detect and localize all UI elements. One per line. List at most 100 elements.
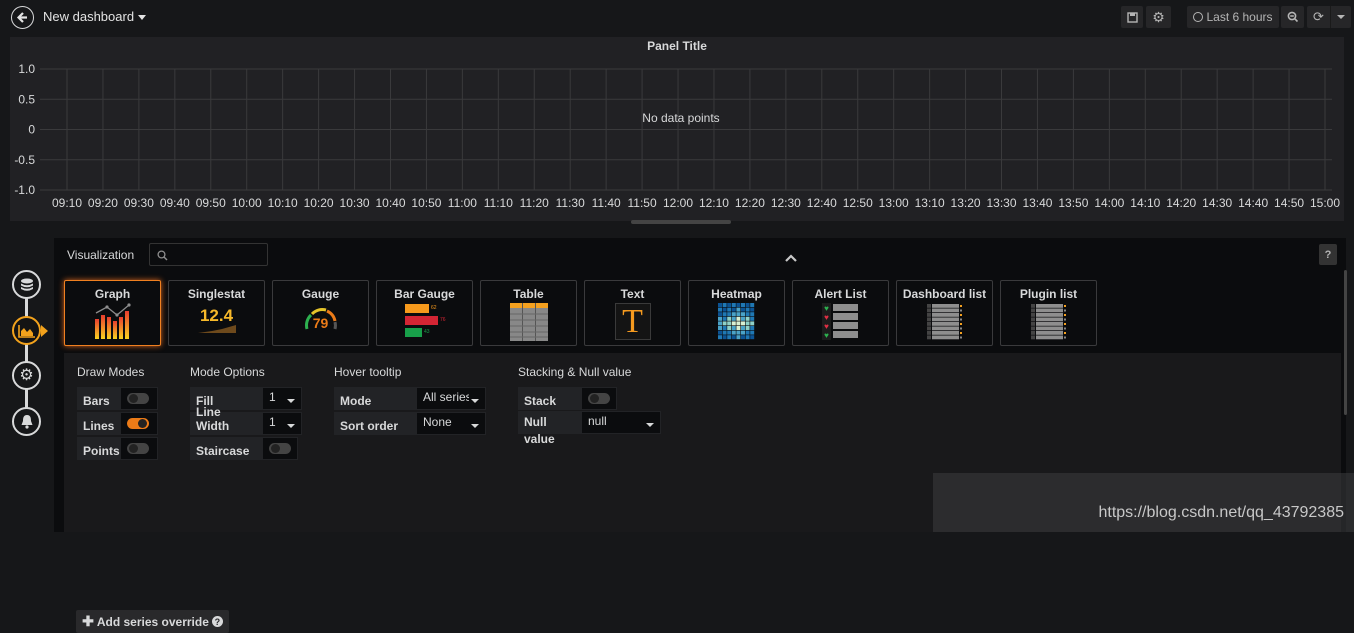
toggle-switch [269,443,291,454]
sidenav-item-alert[interactable] [12,407,41,436]
x-tick-label: 12:50 [843,196,873,210]
stack-toggle[interactable] [581,387,617,410]
bar-gauge-bar [405,315,438,325]
plugin-list-viz-icon [1030,304,1066,340]
gear-icon: ⚙ [1152,8,1165,25]
plus-icon: ✚ [82,613,94,629]
list-row [1063,318,1066,321]
dashboard-title-dropdown[interactable]: New dashboard [43,9,147,24]
heatmap-cell [736,316,741,321]
x-tick-label: 09:20 [88,196,118,210]
fill-select[interactable]: 1 [262,387,302,410]
line-width-value: 1 [269,415,276,429]
caret-down-icon [1337,15,1345,19]
collapse-visualization-button[interactable] [785,250,797,265]
visualization-search-input[interactable] [149,243,268,266]
viz-card-heatmap[interactable]: Heatmap [688,280,785,346]
list-row [926,313,931,317]
editor-scrollbar[interactable] [1344,270,1347,415]
viz-card-table[interactable]: Table [480,280,577,346]
list-row [959,314,962,316]
list-row [931,335,959,340]
viz-card-singlestat[interactable]: Singlestat 12.4 [168,280,265,346]
zoom-out-button[interactable] [1281,6,1304,28]
refresh-button[interactable]: ⟳ [1307,6,1330,28]
toggle-switch [127,443,149,454]
viz-card-alert-list[interactable]: Alert List ♥ ♥ ♥ ♥ [792,280,889,346]
visualization-label: Visualization [67,248,135,262]
panel-resize-handle[interactable] [631,220,731,224]
list-row [1030,322,1035,326]
heatmap-cell [722,316,727,321]
viz-card-text[interactable]: Text T [584,280,681,346]
heatmap-cell [741,316,745,321]
null-value-value: null [588,414,607,428]
viz-card-plugin-list[interactable]: Plugin list [1000,280,1097,346]
add-series-override-button[interactable]: ✚ Add series override ? [76,610,229,633]
heatmap-cell [736,335,741,340]
graph-viz-icon [94,303,131,339]
refresh-interval-dropdown[interactable] [1330,6,1351,28]
staircase-toggle[interactable] [262,437,298,460]
lines-toggle[interactable] [120,412,158,435]
heatmap-cell [750,307,755,312]
sort-order-row: Sort order None [334,412,486,435]
x-tick-label: 13:50 [1058,196,1088,210]
heatmap-cell [741,330,745,335]
viz-card-label: Table [513,287,544,301]
heatmap-cell [731,335,736,340]
bars-toggle[interactable] [120,387,158,410]
x-tick-label: 14:20 [1166,196,1196,210]
table-viz-icon [509,303,548,341]
back-button[interactable] [11,6,34,29]
list-row [1063,323,1066,325]
heatmap-cell [750,321,755,326]
x-tick-label: 10:20 [304,196,334,210]
viz-card-gauge[interactable]: Gauge 79 [272,280,369,346]
caret-down-icon [646,423,654,427]
list-row [1035,322,1063,326]
stack-label: Stack [518,387,581,410]
viz-card-bar-gauge[interactable]: Bar Gauge 62 76 43 [376,280,473,346]
heatmap-cell [727,321,732,326]
heatmap-cell [745,307,750,312]
back-arrow-icon [16,12,27,23]
heatmap-cell [745,335,750,340]
list-row [931,304,959,308]
heatmap-cell [727,312,732,317]
heatmap-cell [741,307,745,312]
sort-order-select[interactable]: None [416,412,486,435]
watermark-text: https://blog.csdn.net/qq_43792385 [1098,504,1344,521]
x-tick-label: 12:10 [699,196,729,210]
sidenav-item-visualization[interactable] [12,316,41,345]
heatmap-cell [750,303,755,307]
viz-card-graph[interactable]: Graph [64,280,161,346]
x-tick-label: 15:00 [1310,196,1340,210]
dashboard-settings-button[interactable]: ⚙ [1146,6,1171,28]
y-tick-label: -0.5 [14,153,35,167]
heatmap-cell [727,316,732,321]
heatmap-cell [741,303,745,307]
help-button[interactable]: ? [1319,244,1337,265]
x-tick-label: 13:30 [986,196,1016,210]
caret-down-icon [287,424,295,428]
x-tick-label: 11:40 [592,196,621,210]
graph-panel[interactable]: Panel Title 1.0 0.5 0 -0.5 -1.0 09:10 09:20 09:… [10,37,1344,221]
save-dashboard-button[interactable] [1121,6,1143,28]
heatmap-cell [741,335,745,340]
list-row [1030,313,1035,317]
tooltip-mode-select[interactable]: All series [416,387,486,410]
hover-tooltip-title: Hover tooltip [334,365,402,379]
viz-card-dashboard-list[interactable]: Dashboard list [896,280,993,346]
list-row [926,304,931,308]
time-picker-button[interactable]: Last 6 hours [1187,6,1279,28]
list-row [1030,331,1035,335]
line-width-select[interactable]: 1 [262,412,302,435]
points-toggle[interactable] [120,437,158,460]
null-value-select[interactable]: null [581,411,661,434]
x-tick-label: 09:40 [160,196,190,210]
sidenav-item-queries[interactable] [12,270,41,299]
sidenav-item-general[interactable]: ⚙ [12,361,41,390]
heatmap-cell [731,307,736,312]
list-row [931,308,959,313]
